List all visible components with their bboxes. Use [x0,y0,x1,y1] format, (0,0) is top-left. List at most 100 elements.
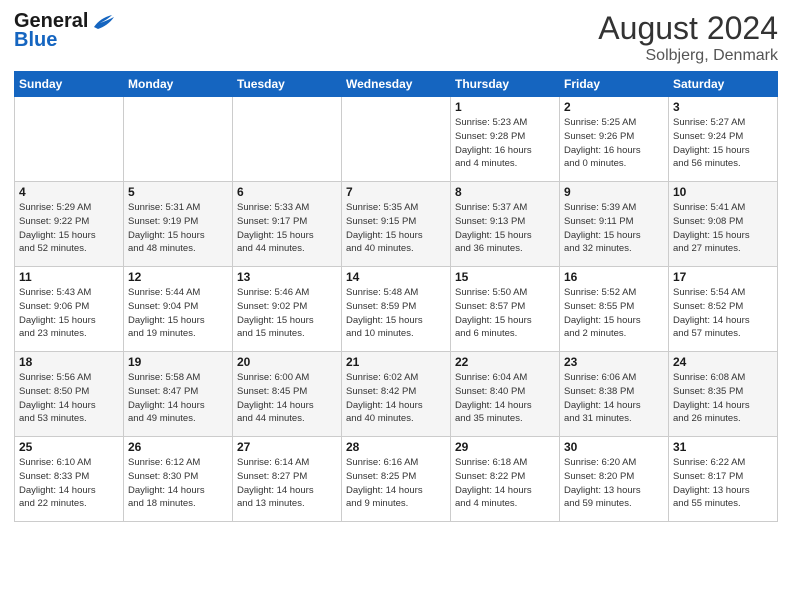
day-number: 25 [19,440,119,454]
day-number: 9 [564,185,664,199]
day-info: Sunrise: 5:43 AM Sunset: 9:06 PM Dayligh… [19,286,119,341]
day-number: 24 [673,355,773,369]
day-info: Sunrise: 6:10 AM Sunset: 8:33 PM Dayligh… [19,456,119,511]
calendar-cell: 7Sunrise: 5:35 AM Sunset: 9:15 PM Daylig… [342,182,451,267]
calendar-cell: 30Sunrise: 6:20 AM Sunset: 8:20 PM Dayli… [560,437,669,522]
day-info: Sunrise: 5:33 AM Sunset: 9:17 PM Dayligh… [237,201,337,256]
day-number: 17 [673,270,773,284]
day-number: 30 [564,440,664,454]
calendar-cell: 25 Sunrise: 6:10 AM Sunset: 8:33 PM Dayli… [15,437,124,522]
day-number: 19 [128,355,228,369]
main-container: General Blue August 2024 Solbjerg, Denma… [0,0,792,528]
calendar-week-row: 4Sunrise: 5:29 AM Sunset: 9:22 PM Daylig… [15,182,778,267]
calendar-cell: 1 Sunrise: 5:23 AM Sunset: 9:28 PM Daylig… [451,97,560,182]
calendar-cell: 11 Sunrise: 5:43 AM Sunset: 9:06 PM Dayli… [15,267,124,352]
day-info: Sunrise: 5:31 AM Sunset: 9:19 PM Dayligh… [128,201,228,256]
day-number: 21 [346,355,446,369]
calendar-cell: 29Sunrise: 6:18 AM Sunset: 8:22 PM Dayli… [451,437,560,522]
calendar-cell: 28Sunrise: 6:16 AM Sunset: 8:25 PM Dayli… [342,437,451,522]
weekday-header: Friday [560,72,669,97]
weekday-header: Saturday [669,72,778,97]
day-info: Sunrise: 5:56 AM Sunset: 8:50 PM Dayligh… [19,371,119,426]
day-number: 6 [237,185,337,199]
day-number: 1 [455,100,555,114]
day-info: Sunrise: 5:50 AM Sunset: 8:57 PM Dayligh… [455,286,555,341]
day-number: 13 [237,270,337,284]
calendar-cell: 21 Sunrise: 6:02 AM Sunset: 8:42 PM Dayli… [342,352,451,437]
title-block: August 2024 Solbjerg, Denmark [598,10,778,65]
day-number: 15 [455,270,555,284]
calendar-cell: 10 Sunrise: 5:41 AM Sunset: 9:08 PM Dayli… [669,182,778,267]
day-info: Sunrise: 6:02 AM Sunset: 8:42 PM Dayligh… [346,371,446,426]
calendar-cell: 5 Sunrise: 5:31 AM Sunset: 9:19 PM Daylig… [124,182,233,267]
calendar-cell: 6 Sunrise: 5:33 AM Sunset: 9:17 PM Daylig… [233,182,342,267]
day-info: Sunrise: 6:14 AM Sunset: 8:27 PM Dayligh… [237,456,337,511]
day-info: Sunrise: 5:44 AM Sunset: 9:04 PM Dayligh… [128,286,228,341]
month-title: August 2024 [598,10,778,47]
calendar-cell: 17Sunrise: 5:54 AM Sunset: 8:52 PM Dayli… [669,267,778,352]
day-info: Sunrise: 6:22 AM Sunset: 8:17 PM Dayligh… [673,456,773,511]
day-number: 14 [346,270,446,284]
day-info: Sunrise: 5:41 AM Sunset: 9:08 PM Dayligh… [673,201,773,256]
calendar-cell: 13 Sunrise: 5:46 AM Sunset: 9:02 PM Dayli… [233,267,342,352]
logo-bird-icon [90,13,116,31]
calendar-cell: 27 Sunrise: 6:14 AM Sunset: 8:27 PM Dayli… [233,437,342,522]
day-info: Sunrise: 5:46 AM Sunset: 9:02 PM Dayligh… [237,286,337,341]
calendar-cell: 3 Sunrise: 5:27 AM Sunset: 9:24 PM Daylig… [669,97,778,182]
calendar-week-row: 11 Sunrise: 5:43 AM Sunset: 9:06 PM Dayli… [15,267,778,352]
day-number: 26 [128,440,228,454]
day-info: Sunrise: 6:18 AM Sunset: 8:22 PM Dayligh… [455,456,555,511]
weekday-header: Sunday [15,72,124,97]
day-info: Sunrise: 6:12 AM Sunset: 8:30 PM Dayligh… [128,456,228,511]
calendar-cell: 23Sunrise: 6:06 AM Sunset: 8:38 PM Dayli… [560,352,669,437]
calendar-cell [233,97,342,182]
day-number: 18 [19,355,119,369]
calendar-cell: 15 Sunrise: 5:50 AM Sunset: 8:57 PM Dayli… [451,267,560,352]
day-info: Sunrise: 5:25 AM Sunset: 9:26 PM Dayligh… [564,116,664,171]
calendar-cell: 22 Sunrise: 6:04 AM Sunset: 8:40 PM Dayli… [451,352,560,437]
calendar-week-row: 1 Sunrise: 5:23 AM Sunset: 9:28 PM Daylig… [15,97,778,182]
weekday-header: Tuesday [233,72,342,97]
calendar-cell: 26 Sunrise: 6:12 AM Sunset: 8:30 PM Dayli… [124,437,233,522]
day-info: Sunrise: 5:52 AM Sunset: 8:55 PM Dayligh… [564,286,664,341]
day-number: 2 [564,100,664,114]
day-number: 22 [455,355,555,369]
calendar-cell: 16 Sunrise: 5:52 AM Sunset: 8:55 PM Dayli… [560,267,669,352]
day-info: Sunrise: 6:00 AM Sunset: 8:45 PM Dayligh… [237,371,337,426]
day-number: 20 [237,355,337,369]
day-info: Sunrise: 6:04 AM Sunset: 8:40 PM Dayligh… [455,371,555,426]
header: General Blue August 2024 Solbjerg, Denma… [14,10,778,65]
calendar-cell: 8Sunrise: 5:37 AM Sunset: 9:13 PM Daylig… [451,182,560,267]
day-number: 27 [237,440,337,454]
day-number: 31 [673,440,773,454]
location: Solbjerg, Denmark [598,47,778,65]
day-number: 12 [128,270,228,284]
logo: General Blue [14,10,116,52]
day-info: Sunrise: 5:23 AM Sunset: 9:28 PM Dayligh… [455,116,555,171]
calendar-cell: 12 Sunrise: 5:44 AM Sunset: 9:04 PM Dayli… [124,267,233,352]
day-info: Sunrise: 5:27 AM Sunset: 9:24 PM Dayligh… [673,116,773,171]
day-number: 11 [19,270,119,284]
day-number: 5 [128,185,228,199]
day-number: 23 [564,355,664,369]
weekday-header: Wednesday [342,72,451,97]
day-info: Sunrise: 5:58 AM Sunset: 8:47 PM Dayligh… [128,371,228,426]
calendar-table: SundayMondayTuesdayWednesdayThursdayFrid… [14,71,778,522]
calendar-cell [15,97,124,182]
day-info: Sunrise: 5:39 AM Sunset: 9:11 PM Dayligh… [564,201,664,256]
calendar-cell: 9 Sunrise: 5:39 AM Sunset: 9:11 PM Daylig… [560,182,669,267]
weekday-header: Thursday [451,72,560,97]
day-number: 3 [673,100,773,114]
day-info: Sunrise: 6:16 AM Sunset: 8:25 PM Dayligh… [346,456,446,511]
calendar-cell: 19 Sunrise: 5:58 AM Sunset: 8:47 PM Dayli… [124,352,233,437]
day-number: 16 [564,270,664,284]
day-number: 8 [455,185,555,199]
calendar-cell: 31 Sunrise: 6:22 AM Sunset: 8:17 PM Dayli… [669,437,778,522]
day-number: 10 [673,185,773,199]
calendar-cell: 14Sunrise: 5:48 AM Sunset: 8:59 PM Dayli… [342,267,451,352]
calendar-cell: 20 Sunrise: 6:00 AM Sunset: 8:45 PM Dayli… [233,352,342,437]
day-number: 4 [19,185,119,199]
calendar-header-row: SundayMondayTuesdayWednesdayThursdayFrid… [15,72,778,97]
day-info: Sunrise: 5:35 AM Sunset: 9:15 PM Dayligh… [346,201,446,256]
calendar-cell: 2 Sunrise: 5:25 AM Sunset: 9:26 PM Daylig… [560,97,669,182]
